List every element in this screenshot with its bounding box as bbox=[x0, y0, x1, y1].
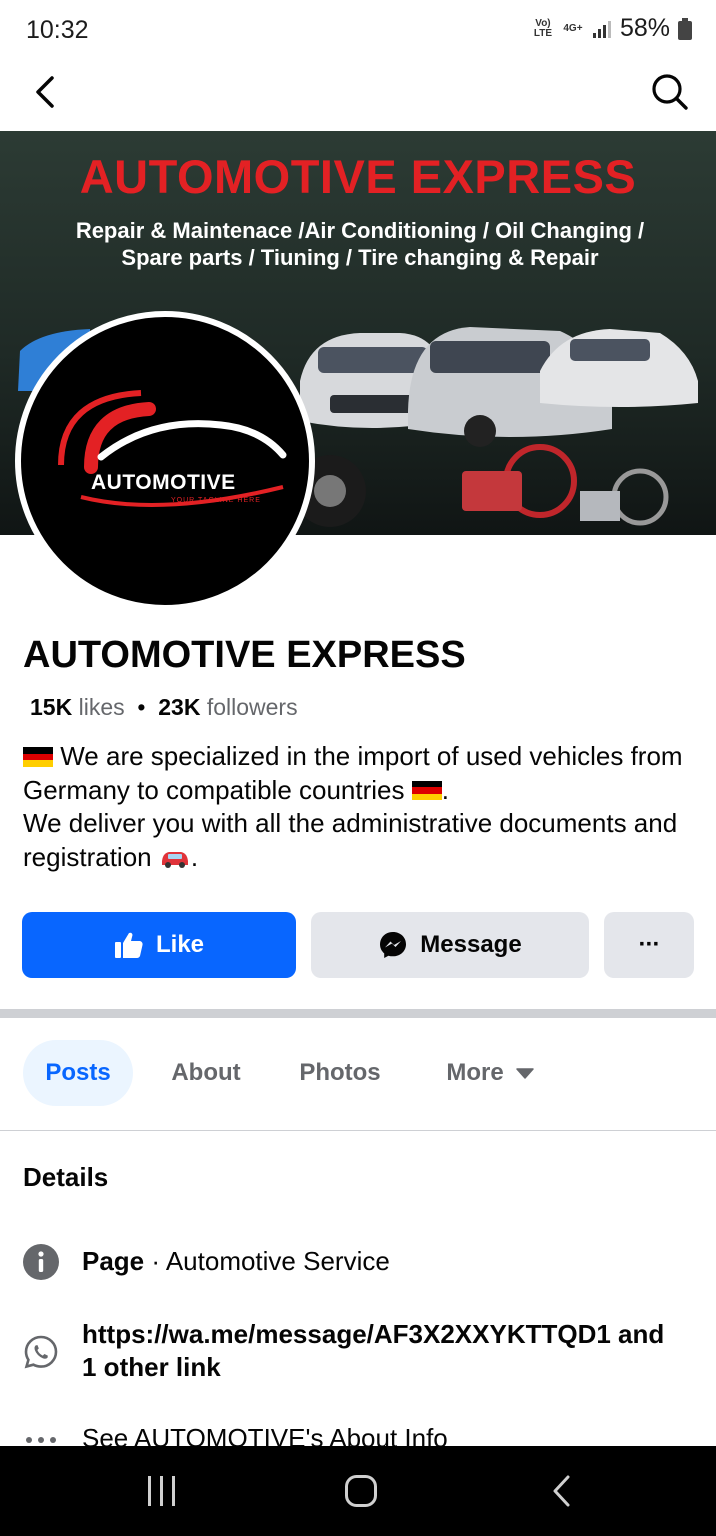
likes-label[interactable]: likes bbox=[79, 694, 125, 720]
message-button-label: Message bbox=[420, 931, 522, 958]
likes-count: 15K bbox=[30, 694, 73, 720]
links-text[interactable]: https://wa.me/message/AF3X2XXYKTTQD1 and… bbox=[82, 1318, 682, 1384]
status-icons: Vo) LTE 4G+ 58% bbox=[532, 14, 692, 43]
cover-subtitle: Repair & Maintenace /Air Conditioning / … bbox=[75, 218, 645, 270]
page-category: · Automotive Service bbox=[144, 1246, 390, 1276]
germany-flag-icon bbox=[411, 780, 442, 801]
chevron-left-icon[interactable] bbox=[28, 72, 68, 112]
profile-picture[interactable]: AUTOMOTIVE YOUR TAGLINE HERE bbox=[15, 311, 315, 611]
logo-tagline: YOUR TAGLINE HERE bbox=[171, 497, 261, 504]
followers-count: 23K bbox=[158, 694, 201, 720]
whatsapp-icon bbox=[24, 1335, 58, 1369]
car-logo-icon bbox=[58, 390, 287, 507]
top-nav-bar bbox=[0, 62, 716, 130]
network-type-indicator: 4G+ bbox=[563, 22, 583, 34]
page-stats: 15K likes • 23K followers bbox=[30, 694, 298, 721]
search-icon[interactable] bbox=[650, 72, 690, 112]
details-heading: Details bbox=[23, 1162, 109, 1192]
tab-about[interactable]: About bbox=[156, 1040, 256, 1106]
page-tabs: Posts About Photos More bbox=[0, 1040, 716, 1108]
page-title: AUTOMOTIVE EXPRESS bbox=[23, 634, 466, 676]
page-label: Page bbox=[82, 1246, 145, 1276]
tabs-divider bbox=[0, 1130, 716, 1131]
germany-flag-icon bbox=[23, 747, 53, 767]
signal-icon bbox=[592, 20, 611, 38]
system-navigation-bar bbox=[0, 1446, 716, 1536]
caret-down-icon bbox=[515, 1068, 534, 1079]
bio-line-2-end: . bbox=[190, 841, 199, 872]
battery-icon bbox=[678, 17, 692, 40]
cover-title: AUTOMOTIVE EXPRESS bbox=[79, 150, 637, 203]
bio-line-2: We deliver you with all the administrati… bbox=[23, 808, 678, 872]
followers-label[interactable]: followers bbox=[207, 694, 298, 720]
tab-more-label: More bbox=[446, 1059, 504, 1086]
tab-posts[interactable]: Posts bbox=[23, 1040, 133, 1106]
more-options-button[interactable]: ··· bbox=[604, 912, 694, 978]
red-car-icon bbox=[161, 851, 188, 868]
recent-apps-icon[interactable] bbox=[146, 1474, 178, 1508]
thumbs-up-icon bbox=[114, 932, 143, 958]
status-bar: 10:32 Vo) LTE 4G+ 58% bbox=[0, 0, 716, 62]
info-icon bbox=[23, 1244, 59, 1280]
home-icon[interactable] bbox=[344, 1474, 378, 1508]
logo-text: AUTOMOTIVE bbox=[91, 471, 236, 494]
page-category-text: Page · Automotive Service bbox=[82, 1245, 682, 1278]
stats-separator: • bbox=[137, 694, 146, 720]
back-icon[interactable] bbox=[550, 1474, 574, 1508]
battery-percentage: 58% bbox=[619, 14, 670, 42]
bio-line-1: We are specialized in the import of used… bbox=[23, 741, 683, 805]
bio-line-1-end: . bbox=[441, 774, 449, 805]
like-button[interactable]: Like bbox=[22, 912, 296, 978]
tab-more[interactable]: More bbox=[425, 1040, 555, 1106]
like-button-label: Like bbox=[155, 931, 205, 958]
more-dots-icon: ··· bbox=[638, 931, 661, 958]
page-bio: We are specialized in the import of used… bbox=[23, 740, 703, 874]
status-time: 10:32 bbox=[26, 16, 89, 44]
tab-photos[interactable]: Photos bbox=[290, 1040, 390, 1106]
messenger-icon bbox=[380, 932, 407, 958]
section-divider bbox=[0, 1009, 716, 1018]
message-button[interactable]: Message bbox=[311, 912, 589, 978]
volte-indicator: Vo) LTE bbox=[533, 17, 553, 39]
